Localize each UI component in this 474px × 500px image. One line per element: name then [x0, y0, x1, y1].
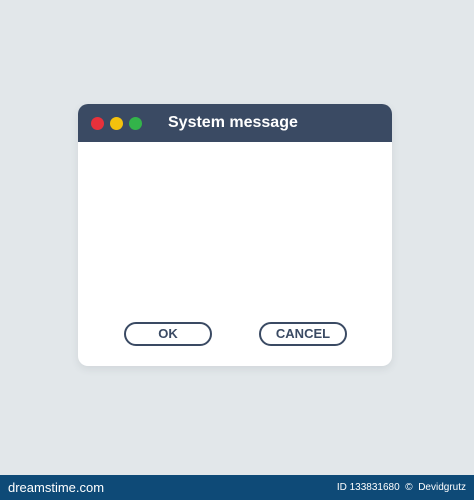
- stock-brand: dreamstime.com: [8, 480, 105, 495]
- cancel-button[interactable]: CANCEL: [259, 322, 347, 346]
- dialog-titlebar: System message: [78, 104, 392, 142]
- ok-button[interactable]: OK: [124, 322, 212, 346]
- stock-image-id: ID 133831680: [336, 482, 400, 493]
- stock-meta: ID 133831680 © Devidgrutz: [337, 482, 466, 494]
- stock-footer-bar: dreamstime.com ID 133831680 © Devidgrutz: [0, 475, 474, 500]
- stock-author: Devidgrutz: [418, 482, 466, 493]
- dialog-title: System message: [168, 114, 298, 131]
- stock-separator: ©: [402, 482, 416, 493]
- close-window-dot[interactable]: [91, 117, 104, 130]
- maximize-window-dot[interactable]: [129, 117, 142, 130]
- minimize-window-dot[interactable]: [110, 117, 123, 130]
- system-message-dialog: System message OK CANCEL: [78, 104, 392, 366]
